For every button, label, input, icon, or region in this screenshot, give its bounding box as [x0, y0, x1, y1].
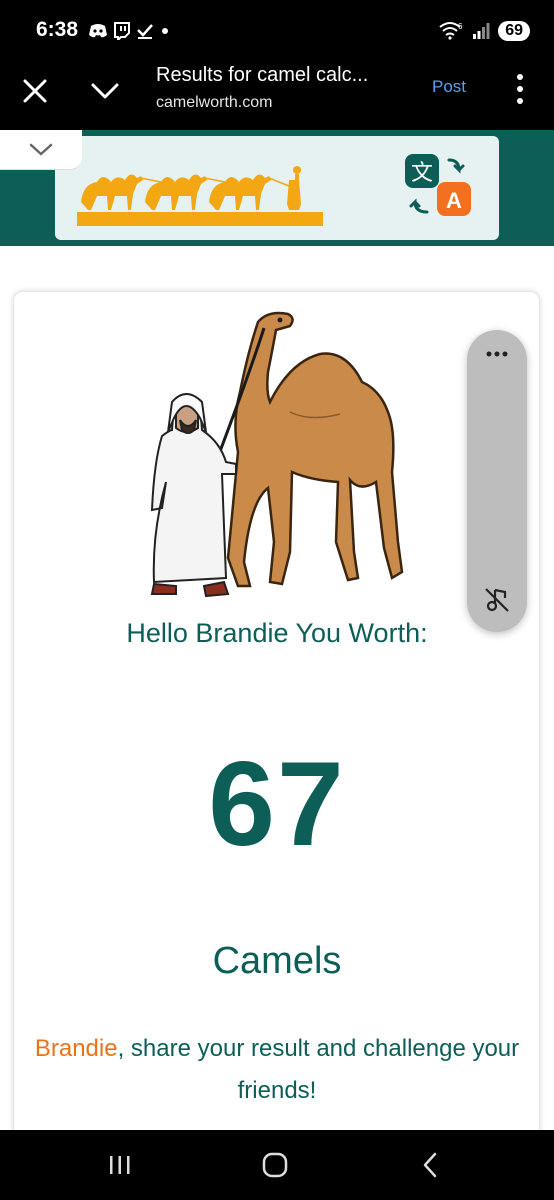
system-icons: 6 69 — [438, 18, 530, 44]
svg-text:A: A — [446, 188, 462, 213]
bedouin-camel-illustration — [150, 311, 404, 598]
svg-text:文: 文 — [411, 161, 433, 186]
more-vertical-icon[interactable] — [510, 72, 530, 106]
post-button[interactable]: Post — [432, 77, 466, 97]
page-url: camelworth.com — [156, 94, 273, 111]
twitch-icon — [114, 22, 130, 40]
share-text: , share your result and challenge your f… — [117, 1035, 520, 1104]
camel-caravan-logo — [77, 166, 323, 226]
notification-icons — [88, 18, 170, 44]
share-prompt: Brandie, share your result and challenge… — [30, 1028, 524, 1112]
signal-icon — [473, 23, 490, 39]
chevron-down-icon — [29, 143, 53, 156]
share-user-name: Brandie — [34, 1035, 118, 1062]
dot-icon — [162, 28, 168, 34]
system-navigation-bar — [0, 1130, 554, 1200]
check-icon — [137, 24, 153, 39]
floating-media-panel[interactable] — [467, 330, 527, 632]
close-icon[interactable] — [20, 76, 50, 106]
site-header-banner: 文 A — [0, 130, 554, 246]
recent-apps-icon[interactable] — [107, 1150, 133, 1180]
back-icon[interactable] — [420, 1150, 440, 1180]
network-type-label: 6 — [458, 22, 463, 31]
result-greeting: Hello Brandie You Worth: — [126, 618, 428, 648]
collapse-header-tab[interactable] — [0, 130, 82, 170]
status-time: 6:38 — [36, 18, 79, 41]
page-title: Results for camel calc... — [156, 64, 369, 86]
home-icon[interactable] — [261, 1150, 289, 1180]
camel-count: 67 — [208, 737, 346, 871]
discord-icon — [89, 24, 107, 38]
result-unit: Camels — [212, 940, 342, 982]
chevron-down-icon[interactable] — [88, 76, 122, 106]
more-horizontal-icon[interactable] — [485, 350, 509, 358]
wifi-icon: 6 — [439, 22, 463, 40]
music-off-icon[interactable] — [483, 586, 511, 614]
translate-icon[interactable]: 文 A — [401, 150, 477, 222]
banner-logo-area[interactable]: 文 A — [55, 136, 499, 240]
battery-level: 69 — [498, 21, 530, 41]
browser-toolbar: Results for camel calc... camelworth.com… — [0, 48, 554, 130]
